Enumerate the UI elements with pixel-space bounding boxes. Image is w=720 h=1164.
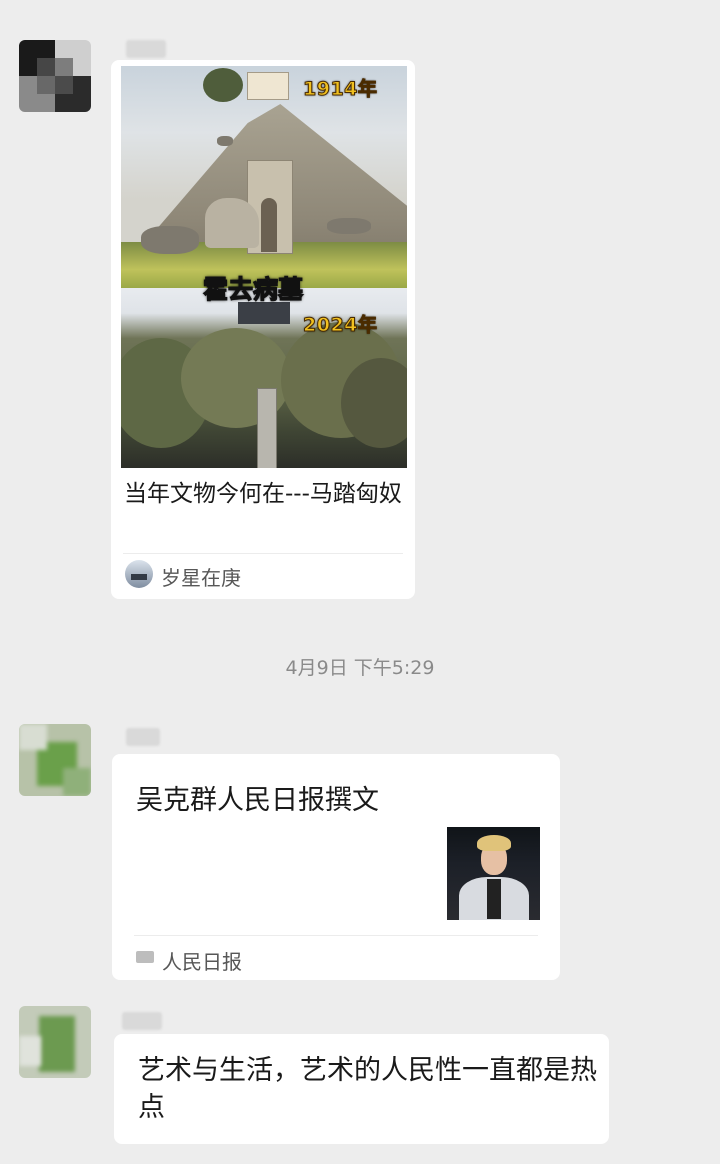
source-avatar-icon — [125, 560, 153, 588]
sender-name-1 — [126, 40, 166, 58]
link-card-title: 吴克群人民日报撰文 — [136, 785, 379, 816]
link-card-title: 当年文物今何在---马踏匈奴 — [124, 481, 402, 507]
link-card-people-daily[interactable]: 吴克群人民日报撰文 人民日报 — [112, 754, 560, 980]
avatar-sender-2[interactable] — [19, 724, 91, 796]
link-card-source: 人民日报 — [162, 950, 242, 974]
link-card-source: 岁星在庚 — [161, 566, 241, 590]
image-caption: 霍去病墓 — [202, 274, 304, 304]
avatar-sender-3[interactable] — [19, 1006, 91, 1078]
text-message: 艺术与生活，艺术的人民性一直都是热点 — [138, 1055, 597, 1123]
sender-name-2 — [126, 728, 160, 746]
text-message-bubble[interactable]: 艺术与生活，艺术的人民性一直都是热点 — [114, 1034, 609, 1144]
sender-name-3 — [122, 1012, 162, 1030]
people-daily-logo-icon — [136, 951, 154, 963]
year-label-2024: 2024年 — [302, 314, 378, 337]
card-divider — [123, 553, 403, 554]
link-card-image: 1914年 霍去病墓 2024年 — [121, 66, 407, 468]
link-card-thumbnail — [447, 827, 540, 920]
link-card-tomb[interactable]: 1914年 霍去病墓 2024年 当年文物今何在---马踏匈奴 岁星在庚 — [111, 60, 415, 599]
avatar-sender-1[interactable] — [19, 40, 91, 112]
year-label-1914: 1914年 — [302, 78, 378, 101]
chat-timestamp: 4月9日 下午5:29 — [285, 657, 435, 679]
card-divider — [134, 935, 538, 936]
